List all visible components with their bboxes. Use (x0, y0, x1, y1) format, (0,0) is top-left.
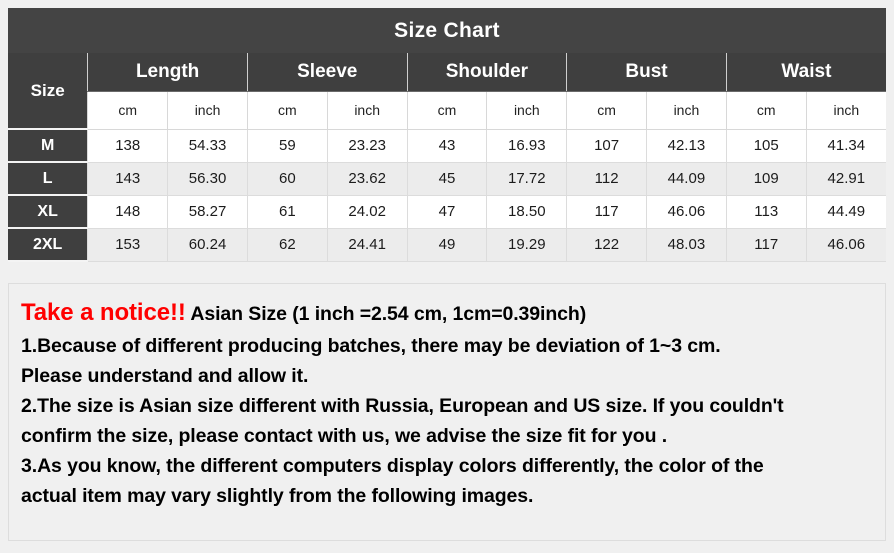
unit-header-bust-inch: inch (646, 91, 727, 130)
cell-waist-cm: 117 (725, 228, 807, 262)
cell-bust-inch: 44.09 (646, 162, 727, 196)
unit-header-shoulder-cm: cm (406, 91, 487, 130)
cell-length-inch: 56.30 (167, 162, 248, 196)
title-row: Size Chart (8, 8, 886, 53)
cell-length-cm: 138 (87, 129, 168, 163)
size-column-header: Size (8, 53, 88, 130)
notice-line-6: actual item may vary slightly from the f… (21, 485, 534, 507)
row-size-label: M (8, 128, 88, 163)
group-header-shoulder: Shoulder (406, 53, 567, 92)
size-chart-table: Size Chart Size Length Sleeve Shoulder B… (8, 8, 886, 262)
cell-sleeve-inch: 24.41 (326, 228, 408, 262)
cell-waist-inch: 42.91 (805, 162, 886, 196)
unit-header-waist-inch: inch (805, 91, 886, 130)
row-size-label: 2XL (8, 227, 88, 262)
unit-header-sleeve-cm: cm (246, 91, 328, 130)
cell-shoulder-cm: 49 (406, 228, 487, 262)
notice-red-heading: Take a notice!! (21, 299, 186, 326)
unit-header-bust-cm: cm (566, 91, 647, 130)
unit-header-length-cm: cm (87, 91, 168, 130)
cell-sleeve-cm: 62 (246, 228, 328, 262)
cell-length-cm: 153 (87, 228, 168, 262)
cell-waist-cm: 113 (725, 195, 807, 229)
notice-headline: Take a notice!! Asian Size (1 inch =2.54… (21, 298, 875, 329)
cell-length-inch: 60.24 (167, 228, 248, 262)
cell-sleeve-inch: 24.02 (326, 195, 408, 229)
cell-sleeve-cm: 59 (246, 129, 328, 163)
group-header-waist: Waist (725, 53, 886, 92)
notice-asian-size-text: Asian Size (1 inch =2.54 cm, 1cm=0.39inc… (190, 303, 587, 325)
group-header-row: Size Length Sleeve Shoulder Bust Waist (8, 53, 886, 130)
group-header-length: Length (87, 53, 248, 92)
cell-length-inch: 58.27 (167, 195, 248, 229)
unit-header-sleeve-inch: inch (326, 91, 408, 130)
notice-line-2: Please understand and allow it. (21, 365, 309, 387)
notice-line-5: 3.As you know, the different computers d… (21, 455, 764, 477)
cell-waist-inch: 44.49 (805, 195, 886, 229)
cell-bust-inch: 46.06 (646, 195, 727, 229)
notice-line-1: 1.Because of different producing batches… (21, 335, 721, 357)
notice-panel: Take a notice!! Asian Size (1 inch =2.54… (8, 283, 886, 541)
chart-title: Size Chart (8, 8, 886, 53)
notice-line-4: confirm the size, please contact with us… (21, 425, 668, 447)
cell-length-inch: 54.33 (167, 129, 248, 163)
cell-bust-cm: 112 (566, 162, 647, 196)
table-row: M 138 54.33 59 23.23 43 16.93 107 42.13 … (8, 128, 886, 163)
cell-bust-inch: 48.03 (646, 228, 727, 262)
size-chart-table-container: Size Chart Size Length Sleeve Shoulder B… (8, 8, 886, 262)
cell-waist-inch: 41.34 (805, 129, 886, 163)
cell-bust-cm: 107 (566, 129, 647, 163)
row-size-label: XL (8, 194, 88, 229)
cell-length-cm: 148 (87, 195, 168, 229)
cell-length-cm: 143 (87, 162, 168, 196)
cell-sleeve-inch: 23.62 (326, 162, 408, 196)
table-row: XL 148 58.27 61 24.02 47 18.50 117 46.06… (8, 194, 886, 229)
unit-header-shoulder-inch: inch (486, 91, 567, 130)
cell-shoulder-cm: 43 (406, 129, 487, 163)
cell-shoulder-cm: 45 (406, 162, 487, 196)
size-chart-page: Size Chart Size Length Sleeve Shoulder B… (0, 0, 894, 553)
cell-shoulder-cm: 47 (406, 195, 487, 229)
cell-waist-cm: 105 (725, 129, 807, 163)
table-row: 2XL 153 60.24 62 24.41 49 19.29 122 48.0… (8, 227, 886, 262)
cell-sleeve-inch: 23.23 (326, 129, 408, 163)
cell-shoulder-inch: 19.29 (486, 228, 567, 262)
cell-waist-inch: 46.06 (805, 228, 886, 262)
cell-bust-cm: 117 (566, 195, 647, 229)
row-size-label: L (8, 161, 88, 196)
group-header-sleeve: Sleeve (246, 53, 408, 92)
cell-bust-cm: 122 (566, 228, 647, 262)
unit-header-length-inch: inch (167, 91, 248, 130)
cell-sleeve-cm: 61 (246, 195, 328, 229)
cell-shoulder-inch: 18.50 (486, 195, 567, 229)
unit-header-waist-cm: cm (725, 91, 807, 130)
cell-shoulder-inch: 17.72 (486, 162, 567, 196)
unit-header-row: cm inch cm inch cm inch cm inch cm inch (8, 91, 886, 130)
table-header: Size Chart Size Length Sleeve Shoulder B… (8, 8, 886, 130)
notice-line-3: 2.The size is Asian size different with … (21, 395, 784, 417)
cell-bust-inch: 42.13 (646, 129, 727, 163)
cell-shoulder-inch: 16.93 (486, 129, 567, 163)
table-row: L 143 56.30 60 23.62 45 17.72 112 44.09 … (8, 161, 886, 196)
cell-sleeve-cm: 60 (246, 162, 328, 196)
group-header-bust: Bust (566, 53, 727, 92)
cell-waist-cm: 109 (725, 162, 807, 196)
table-body: M 138 54.33 59 23.23 43 16.93 107 42.13 … (8, 128, 886, 262)
